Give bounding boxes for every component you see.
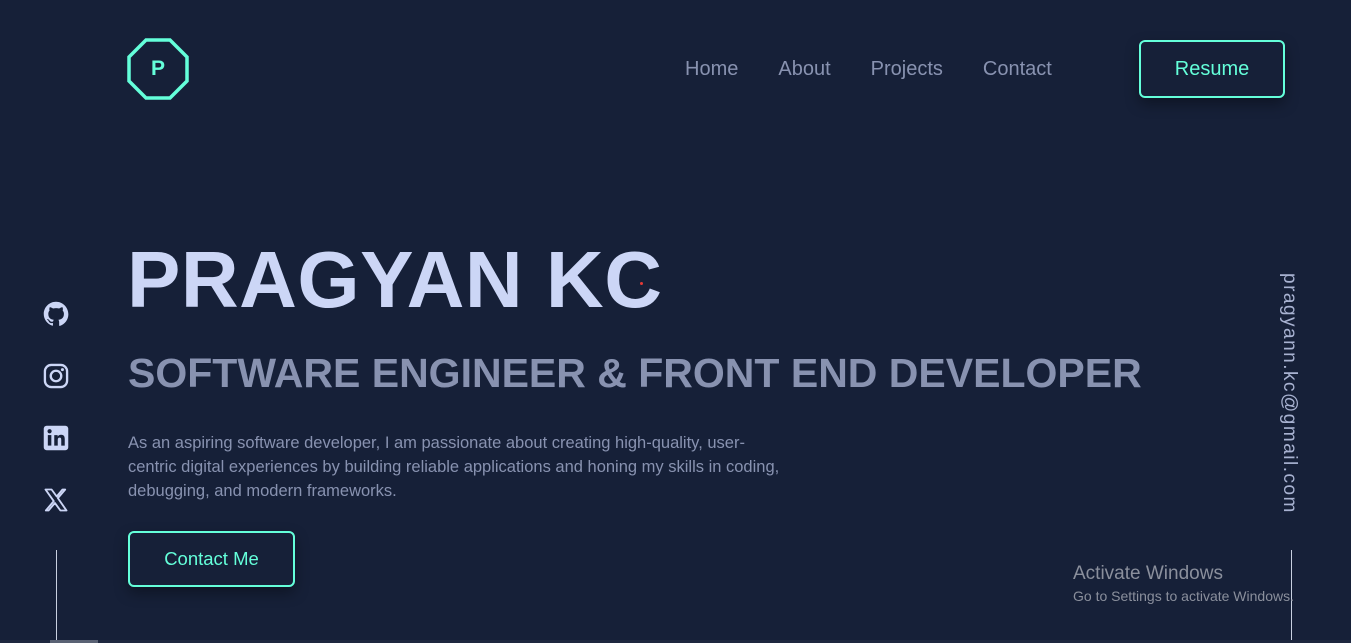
github-icon[interactable] xyxy=(42,300,70,328)
nav-home[interactable]: Home xyxy=(685,56,738,82)
nav-about[interactable]: About xyxy=(778,56,830,82)
hero-name: PRAGYAN KC xyxy=(127,235,663,324)
nav-projects[interactable]: Projects xyxy=(871,56,943,82)
activate-windows-subtitle: Go to Settings to activate Windows. xyxy=(1073,588,1294,604)
logo[interactable]: P xyxy=(127,38,189,100)
email-link[interactable]: pragyann.kc@gmail.com xyxy=(1278,273,1300,514)
hero-role: SOFTWARE ENGINEER & FRONT END DEVELOPER xyxy=(128,350,1142,396)
logo-letter: P xyxy=(150,57,165,80)
cursor-dot xyxy=(640,282,643,285)
page: P Home About Projects Contact Resume PRA… xyxy=(0,0,1351,643)
linkedin-icon[interactable] xyxy=(42,424,70,452)
contact-me-button[interactable]: Contact Me xyxy=(128,531,295,587)
main-nav: Home About Projects Contact xyxy=(685,56,1052,82)
resume-button[interactable]: Resume xyxy=(1139,40,1285,98)
x-twitter-icon[interactable] xyxy=(42,486,70,514)
hero-description: As an aspiring software developer, I am … xyxy=(128,434,780,500)
instagram-icon[interactable] xyxy=(42,362,70,390)
social-links xyxy=(42,300,70,548)
left-divider-line xyxy=(56,550,57,643)
nav-contact[interactable]: Contact xyxy=(983,56,1052,82)
activate-windows-title: Activate Windows xyxy=(1073,563,1223,584)
